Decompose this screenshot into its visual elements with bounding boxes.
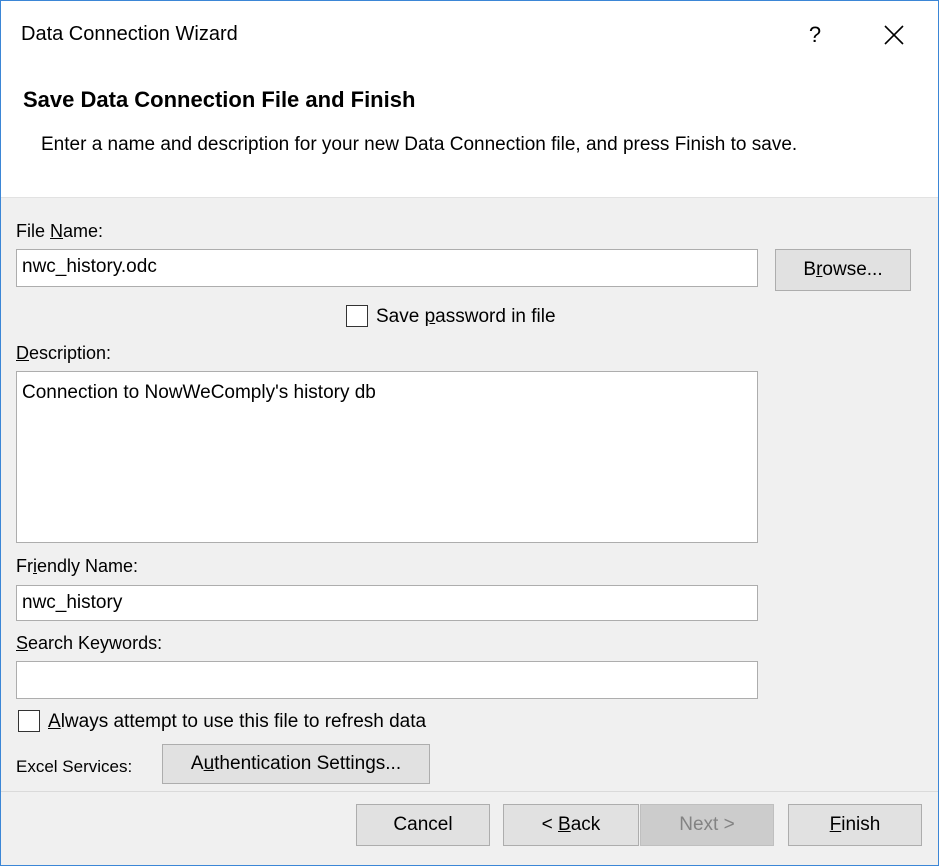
finish-button[interactable]: Finish [788, 804, 922, 846]
file-name-input[interactable]: nwc_history.odc [16, 249, 758, 287]
authentication-settings-button[interactable]: Authentication Settings... [162, 744, 430, 784]
data-connection-wizard-dialog: Data Connection Wizard ? Save Data Conne… [0, 0, 939, 866]
save-password-checkbox[interactable] [346, 305, 368, 327]
page-description: Enter a name and description for your ne… [41, 134, 798, 155]
search-keywords-label: Search Keywords: [16, 633, 163, 653]
title-bar: Data Connection Wizard ? [1, 1, 938, 69]
wizard-header: Save Data Connection File and Finish Ent… [1, 69, 938, 198]
always-refresh-label: Always attempt to use this file to refre… [48, 711, 427, 732]
cancel-button[interactable]: Cancel [356, 804, 490, 846]
always-refresh-checkbox[interactable] [18, 710, 40, 732]
search-keywords-input[interactable] [16, 661, 758, 699]
friendly-name-label: Friendly Name: [16, 556, 139, 576]
next-button[interactable]: Next > [640, 804, 774, 846]
window-title: Data Connection Wizard [21, 23, 238, 45]
description-label: Description: [16, 343, 112, 363]
footer-divider [1, 791, 938, 792]
friendly-name-input[interactable]: nwc_history [16, 585, 758, 621]
help-button[interactable]: ? [797, 17, 833, 53]
back-button[interactable]: < Back [503, 804, 639, 846]
description-textarea[interactable]: Connection to NowWeComply's history db [16, 371, 758, 543]
file-name-label: File Name: [16, 221, 104, 241]
close-button[interactable] [874, 15, 914, 55]
help-icon: ? [808, 22, 822, 47]
save-password-label: Save password in file [376, 306, 556, 327]
close-icon [884, 25, 904, 45]
browse-button[interactable]: Browse... [775, 249, 911, 291]
excel-services-label: Excel Services: [16, 757, 133, 776]
page-title: Save Data Connection File and Finish [23, 87, 416, 112]
